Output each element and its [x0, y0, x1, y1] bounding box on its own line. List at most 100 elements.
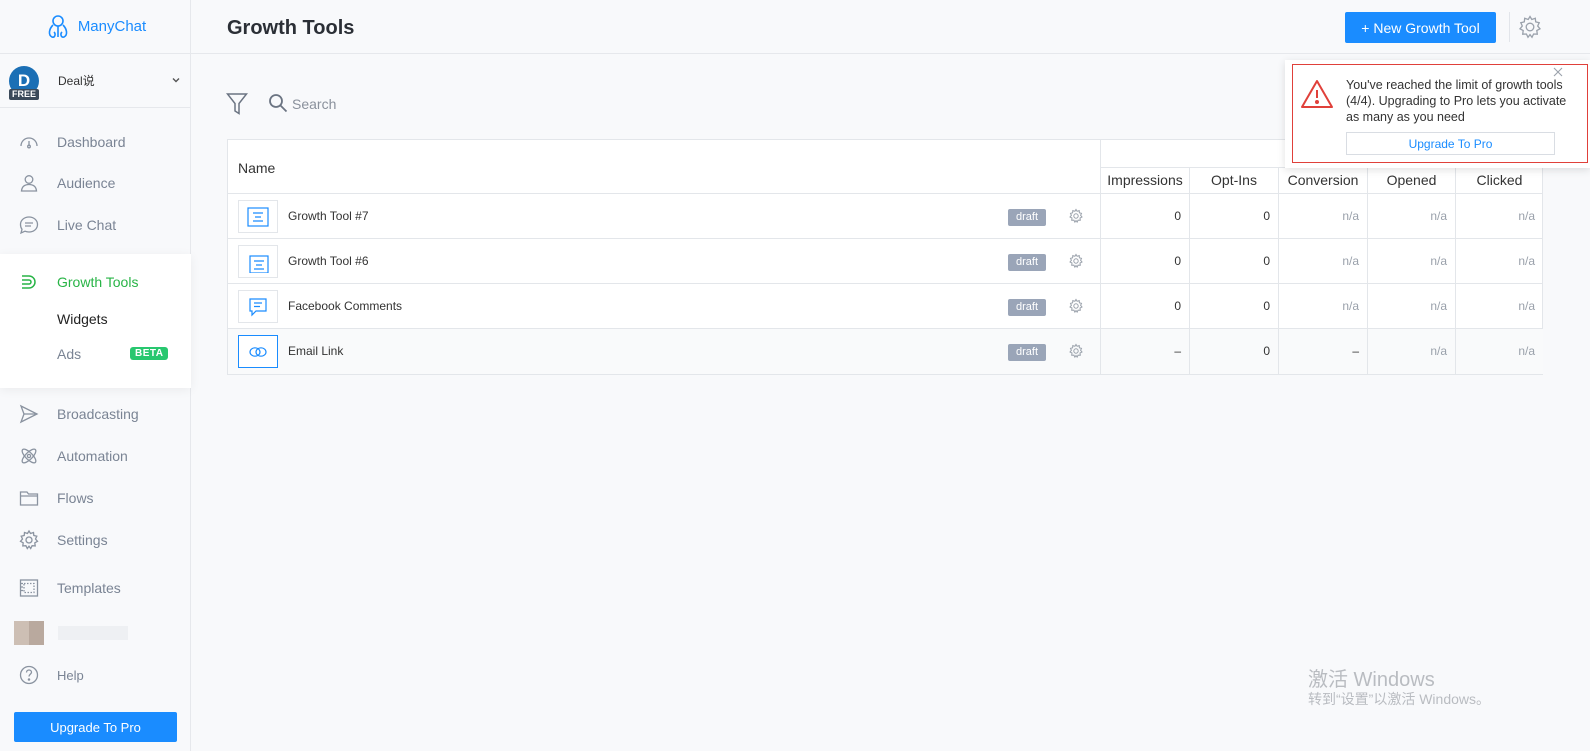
link-icon [249, 346, 267, 357]
clicked-value: n/a [1455, 194, 1543, 239]
opened-value: n/a [1367, 329, 1455, 374]
filter-icon[interactable] [226, 92, 248, 116]
sidebar: ManyChat D FREE Deal说 Dashboard Audience… [0, 0, 191, 751]
sidebar-item-label: Growth Tools [57, 274, 139, 290]
gear-icon[interactable] [1517, 14, 1543, 40]
table-row[interactable]: Email Link draft – 0 – n/a n/a [228, 329, 1543, 374]
conversion-value: n/a [1278, 239, 1367, 284]
sidebar-item-audience[interactable]: Audience [0, 163, 191, 203]
sidebar-subitem-widgets[interactable]: Widgets [57, 311, 108, 327]
gear-icon[interactable] [1068, 298, 1084, 314]
search-icon [269, 94, 288, 113]
sidebar-item-growth-tools[interactable]: Growth Tools [0, 262, 191, 302]
new-growth-tool-button[interactable]: + New Growth Tool [1345, 12, 1496, 43]
comment-icon [249, 297, 267, 316]
template-icon [19, 579, 39, 597]
growth-tools-table: Name Widget Impressions Opt-Ins Conversi… [227, 139, 1543, 375]
widget-thumbnail [238, 200, 278, 233]
sidebar-item-label: Audience [57, 175, 116, 191]
sidebar-item-automation[interactable]: Automation [0, 436, 191, 476]
sidebar-item-help[interactable]: Help [0, 655, 191, 695]
user-icon [20, 175, 38, 192]
opt-ins-value: 0 [1189, 329, 1278, 374]
opt-ins-value: 0 [1189, 239, 1278, 284]
growth-tool-name[interactable]: Growth Tool #7 [288, 209, 369, 223]
sidebar-item-templates[interactable]: Templates [0, 568, 191, 608]
clicked-value: n/a [1455, 329, 1543, 374]
widget-thumbnail [238, 245, 278, 278]
search-input[interactable] [292, 94, 492, 114]
status-badge: draft [1008, 254, 1046, 271]
sidebar-item-label: Templates [57, 580, 121, 596]
gear-icon[interactable] [1068, 253, 1084, 269]
column-header-name[interactable]: Name [238, 160, 275, 176]
column-header-opened[interactable]: Opened [1367, 168, 1455, 193]
gear-icon[interactable] [1068, 208, 1084, 224]
sidebar-item-label: Help [57, 667, 84, 683]
column-header-impressions[interactable]: Impressions [1100, 168, 1189, 193]
sidebar-subitem-ads[interactable]: Ads [57, 346, 81, 362]
beta-badge: BETA [130, 347, 169, 360]
conversion-value: n/a [1278, 284, 1367, 329]
send-icon [19, 404, 39, 424]
warning-icon [1301, 80, 1333, 108]
status-badge: draft [1008, 299, 1046, 316]
speedometer-icon [20, 137, 38, 149]
growth-tool-name[interactable]: Email Link [288, 344, 343, 358]
status-badge: draft [1008, 209, 1046, 226]
sidebar-item-label: Flows [57, 490, 94, 506]
column-header-conversion[interactable]: Conversion [1278, 168, 1367, 193]
sidebar-item-label: Automation [57, 448, 128, 464]
sidebar-item-label: Live Chat [57, 217, 117, 233]
blurred-user-profile[interactable] [14, 621, 128, 645]
growth-tool-name[interactable]: Growth Tool #6 [288, 254, 369, 268]
brand-name: ManyChat [77, 18, 147, 35]
top-bar: Growth Tools + New Growth Tool [191, 0, 1590, 54]
alert-upgrade-button[interactable]: Upgrade To Pro [1346, 132, 1555, 155]
windows-activation-watermark-title: 激活 Windows [1308, 669, 1435, 691]
windows-activation-watermark-text: 转到“设置”以激活 Windows。 [1308, 691, 1491, 707]
divider [1509, 12, 1510, 42]
brand-logo[interactable]: ManyChat [0, 0, 190, 54]
status-badge: draft [1008, 344, 1046, 361]
limit-alert: You've reached the limit of growth tools… [1292, 64, 1588, 163]
conversion-value: n/a [1278, 194, 1367, 239]
bar-widget-icon [247, 206, 269, 227]
sidebar-item-live-chat[interactable]: Live Chat [0, 205, 191, 245]
widget-thumbnail [238, 335, 278, 368]
opened-value: n/a [1367, 194, 1455, 239]
atom-icon [21, 448, 37, 464]
table-row[interactable]: Growth Tool #6 draft 0 0 n/a n/a n/a [228, 239, 1543, 284]
opt-ins-value: 0 [1189, 284, 1278, 329]
sidebar-item-label: Settings [57, 532, 108, 548]
opt-ins-value: 0 [1189, 194, 1278, 239]
impressions-value: 0 [1100, 239, 1189, 284]
sidebar-item-dashboard[interactable]: Dashboard [0, 122, 191, 162]
gear-icon[interactable] [1068, 343, 1084, 359]
sidebar-item-broadcasting[interactable]: Broadcasting [0, 394, 191, 434]
avatar: D FREE [9, 65, 40, 100]
account-switcher[interactable]: D FREE Deal说 [0, 54, 190, 108]
plan-badge: FREE [9, 88, 40, 100]
user-name-redacted [58, 626, 128, 640]
impressions-value: 0 [1100, 284, 1189, 329]
table-row[interactable]: Growth Tool #7 draft 0 0 n/a n/a n/a [228, 194, 1543, 239]
sidebar-item-settings[interactable]: Settings [0, 520, 191, 560]
sidebar-upgrade-button[interactable]: Upgrade To Pro [14, 712, 177, 742]
table-row[interactable]: Facebook Comments draft 0 0 n/a n/a n/a [228, 284, 1543, 329]
opened-value: n/a [1367, 284, 1455, 329]
sidebar-item-flows[interactable]: Flows [0, 478, 191, 518]
close-icon[interactable] [1553, 67, 1563, 77]
sidebar-item-label: Dashboard [57, 134, 126, 150]
impressions-value: 0 [1100, 194, 1189, 239]
account-name: Deal说 [58, 74, 95, 88]
user-avatar [14, 621, 44, 645]
growth-tool-name[interactable]: Facebook Comments [288, 299, 402, 313]
chevron-down-icon [172, 78, 180, 83]
impressions-value: – [1100, 329, 1189, 374]
column-header-opt-ins[interactable]: Opt-Ins [1189, 168, 1278, 193]
conversion-value: – [1278, 329, 1367, 374]
gear-icon [19, 529, 39, 550]
column-header-clicked[interactable]: Clicked [1455, 168, 1543, 193]
folder-icon [19, 491, 39, 506]
